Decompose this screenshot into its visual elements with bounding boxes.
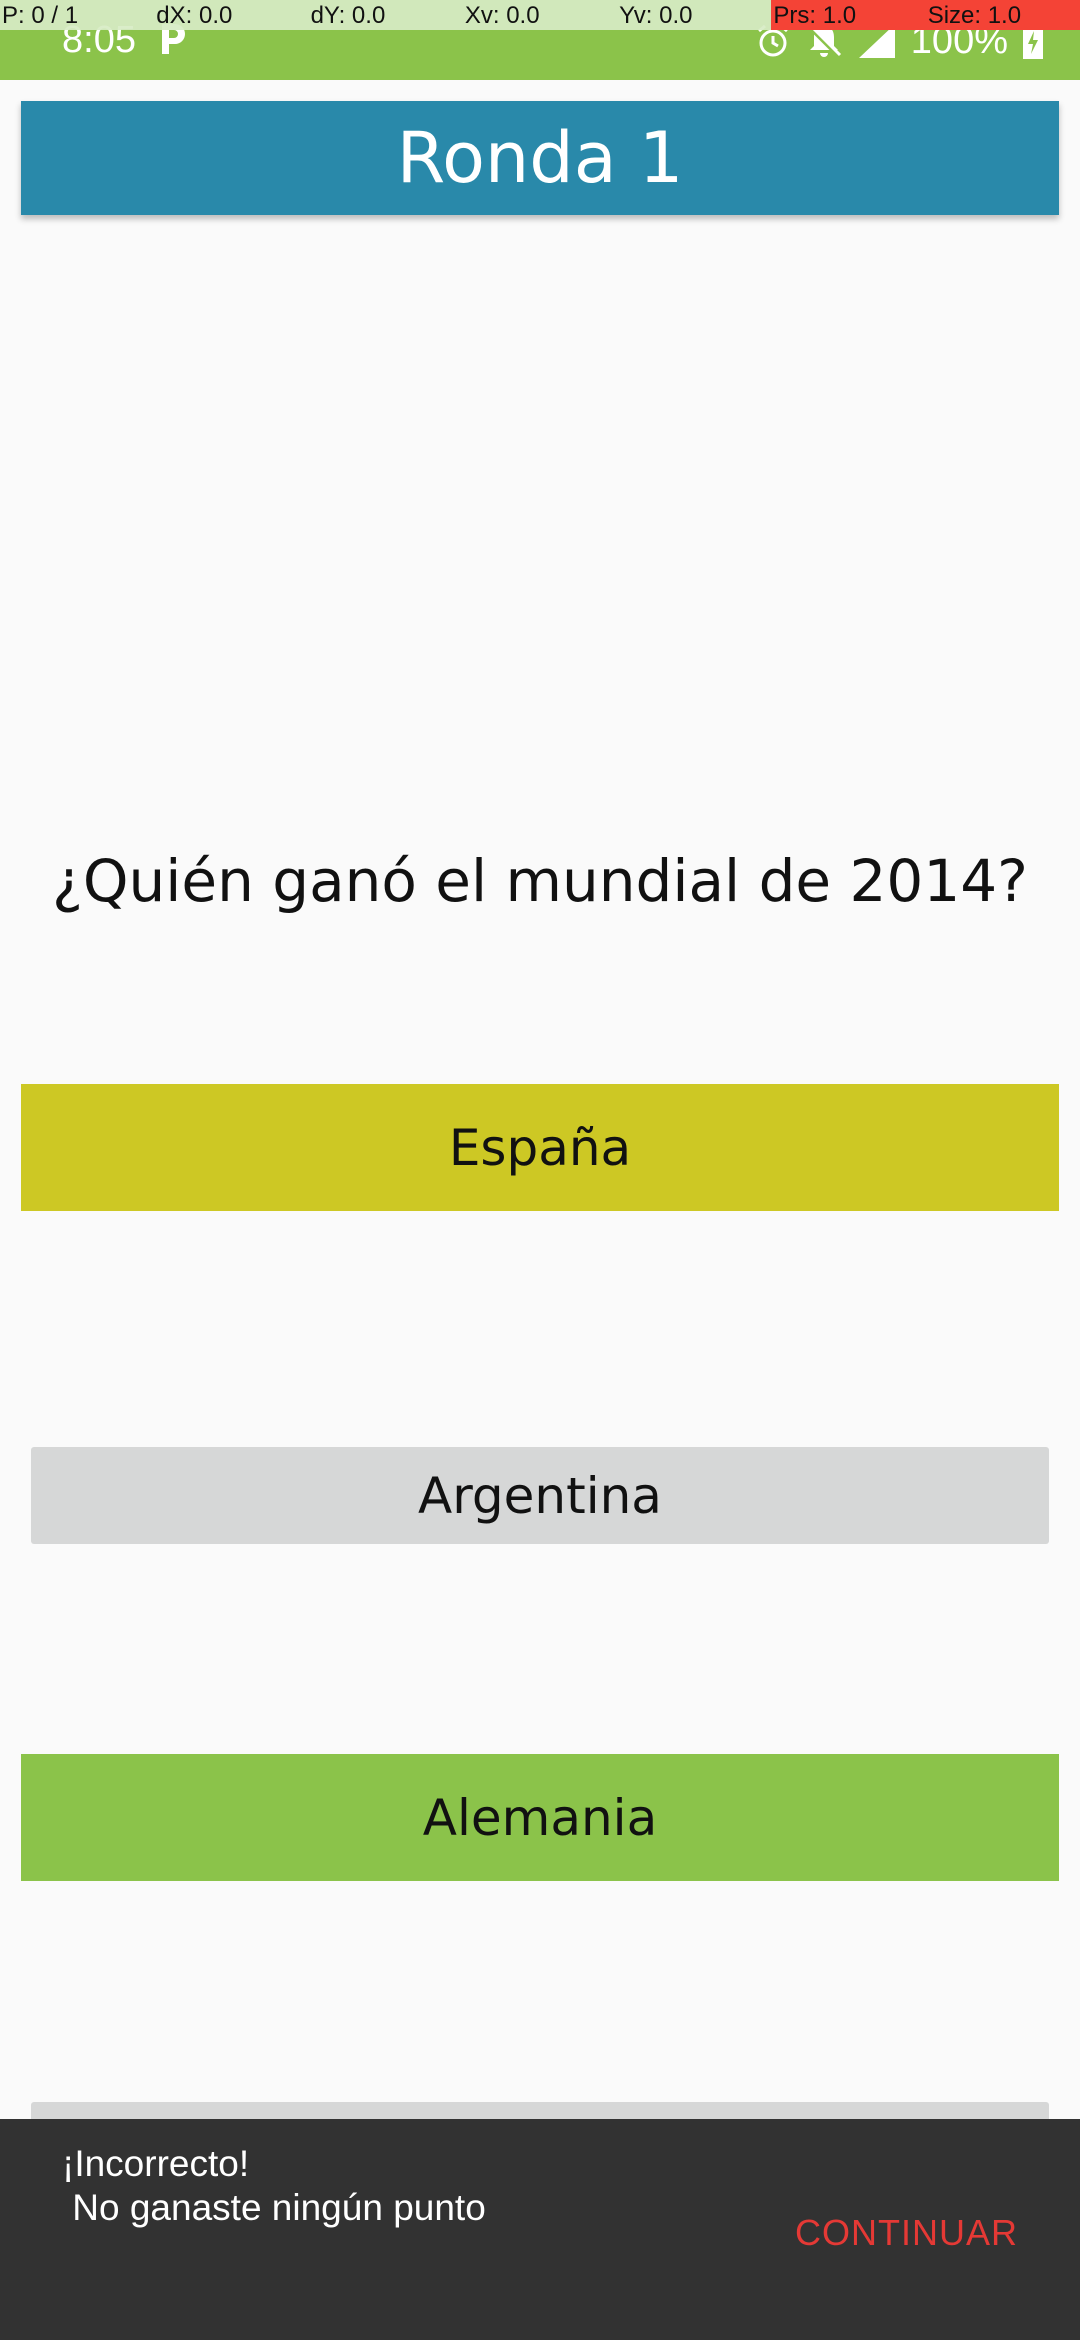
round-title: Ronda 1: [396, 117, 684, 199]
pointer-size: Size: 1.0: [925, 0, 1080, 30]
result-snackbar: ¡Incorrecto! No ganaste ningún punto CON…: [0, 2119, 1080, 2340]
question-text: ¿Quién ganó el mundial de 2014?: [52, 847, 1028, 915]
answer-label: España: [448, 1118, 632, 1177]
pointer-location-overlay: P: 0 / 1 dX: 0.0 dY: 0.0 Xv: 0.0 Yv: 0.0…: [0, 0, 1080, 30]
answer-label: Argentina: [418, 1466, 662, 1525]
continue-button[interactable]: CONTINUAR: [795, 2211, 1018, 2255]
pointer-xv: Xv: 0.0: [462, 0, 618, 30]
answer-option-argentina[interactable]: Argentina: [31, 1447, 1049, 1544]
answer-label: Alemania: [422, 1788, 658, 1847]
snackbar-message: ¡Incorrecto! No ganaste ningún punto: [62, 2143, 486, 2228]
pointer-dx: dX: 0.0: [154, 0, 309, 30]
pointer-pressure: Prs: 1.0: [771, 0, 926, 30]
round-header: Ronda 1: [21, 101, 1059, 215]
answer-option-espana[interactable]: España: [21, 1084, 1059, 1211]
pointer-yv: Yv: 0.0: [617, 0, 772, 30]
answer-option-alemania[interactable]: Alemania: [21, 1754, 1059, 1881]
pointer-dy: dY: 0.0: [308, 0, 463, 30]
pointer-count: P: 0 / 1: [0, 0, 155, 30]
